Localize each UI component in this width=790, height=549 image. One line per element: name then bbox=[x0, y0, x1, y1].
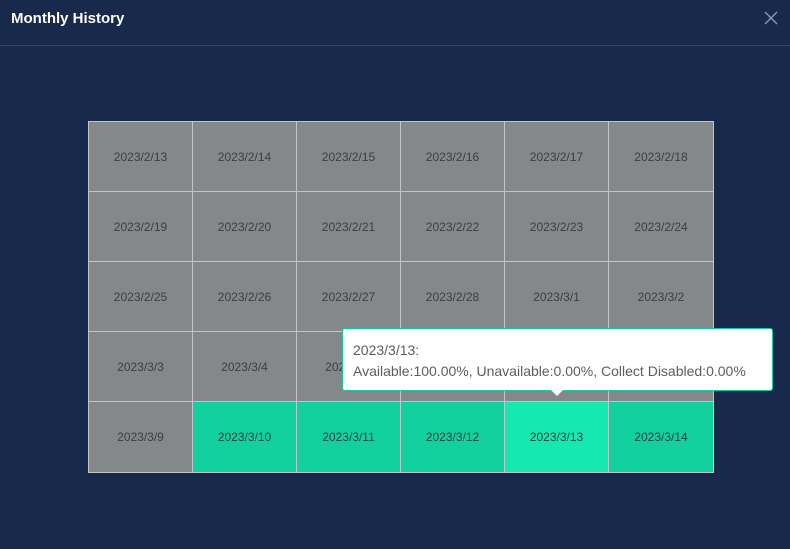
tooltip-date: 2023/3/13: bbox=[353, 342, 420, 358]
calendar-day-cell[interactable]: 2023/2/14 bbox=[193, 122, 297, 192]
calendar-day-cell[interactable]: 2023/2/25 bbox=[89, 262, 193, 332]
calendar-day-cell[interactable]: 2023/2/21 bbox=[297, 192, 401, 262]
calendar-day-cell[interactable]: 2023/3/9 bbox=[89, 402, 193, 472]
tooltip-arrow bbox=[551, 390, 563, 396]
calendar-day-cell[interactable]: 2023/2/18 bbox=[609, 122, 713, 192]
calendar-day-cell[interactable]: 2023/2/26 bbox=[193, 262, 297, 332]
calendar-day-cell[interactable]: 2023/2/24 bbox=[609, 192, 713, 262]
day-tooltip: 2023/3/13: Available:100.00%, Unavailabl… bbox=[342, 328, 773, 391]
calendar-day-cell[interactable]: 2023/2/15 bbox=[297, 122, 401, 192]
calendar-day-cell[interactable]: 2023/2/23 bbox=[505, 192, 609, 262]
calendar-day-cell[interactable]: 2023/3/13 bbox=[505, 402, 609, 472]
monthly-history-dialog: Monthly History 2023/2/13 2023/2/14 2023/2… bbox=[0, 0, 790, 549]
calendar-day-cell[interactable]: 2023/2/16 bbox=[401, 122, 505, 192]
calendar-day-cell[interactable]: 2023/2/20 bbox=[193, 192, 297, 262]
calendar-day-cell[interactable]: 2023/2/22 bbox=[401, 192, 505, 262]
calendar-day-cell[interactable]: 2023/3/12 bbox=[401, 402, 505, 472]
calendar-day-cell[interactable]: 2023/3/3 bbox=[89, 332, 193, 402]
calendar-day-cell[interactable]: 2023/3/10 bbox=[193, 402, 297, 472]
calendar-day-cell[interactable]: 2023/2/27 bbox=[297, 262, 401, 332]
calendar-day-cell[interactable]: 2023/3/4 bbox=[193, 332, 297, 402]
calendar-grid: 2023/2/13 2023/2/14 2023/2/15 2023/2/16 2023… bbox=[88, 121, 714, 473]
calendar-day-cell[interactable]: 2023/3/2 bbox=[609, 262, 713, 332]
dialog-title: Monthly History bbox=[11, 10, 125, 27]
calendar-day-cell[interactable]: 2023/2/19 bbox=[89, 192, 193, 262]
calendar-day-cell[interactable]: 2023/3/1 bbox=[505, 262, 609, 332]
calendar-day-cell[interactable]: 2023/2/17 bbox=[505, 122, 609, 192]
dialog-header: Monthly History bbox=[0, 0, 790, 46]
calendar-day-cell[interactable]: 2023/2/13 bbox=[89, 122, 193, 192]
calendar-day-cell[interactable]: 2023/3/11 bbox=[297, 402, 401, 472]
close-icon[interactable] bbox=[762, 9, 780, 27]
tooltip-detail: Available:100.00%, Unavailable:0.00%, Co… bbox=[353, 363, 746, 379]
calendar-day-cell[interactable]: 2023/3/14 bbox=[609, 402, 713, 472]
calendar-day-cell[interactable]: 2023/2/28 bbox=[401, 262, 505, 332]
